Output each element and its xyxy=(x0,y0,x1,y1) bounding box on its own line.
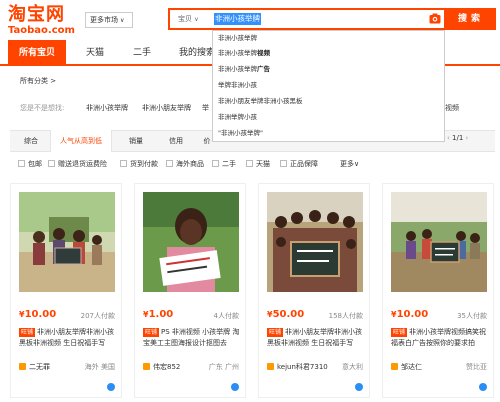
filter-overseas[interactable]: 海外商品 xyxy=(166,159,204,169)
suggestion-item[interactable]: 非洲小朋友举牌非洲小孩黑板 xyxy=(218,94,303,108)
tmall-badge: 旺铺 xyxy=(143,328,160,337)
info-icon[interactable] xyxy=(231,383,239,391)
product-title[interactable]: 旺铺 非洲小朋友举牌非洲小孩黑板非洲视频 生日祝福手写 xyxy=(267,327,365,360)
product-image[interactable] xyxy=(19,192,115,292)
shop-icon xyxy=(143,363,150,370)
search-input[interactable]: 非洲小孩举牌 xyxy=(214,13,261,25)
checkbox-icon xyxy=(18,160,25,167)
product-image[interactable] xyxy=(391,192,487,292)
product-image[interactable] xyxy=(267,192,363,292)
search-suggestions: 非洲小孩举牌 非洲小孩举牌视频 非洲小孩举牌广告 举牌非洲小孩 非洲小朋友举牌非… xyxy=(212,30,445,142)
shop-name[interactable]: 邹达仁 xyxy=(391,362,422,372)
product-card[interactable]: ¥10.00 35人付款 旺铺 非洲小孩举牌视频搞笑祝福表白广告按照你的要求拍 邹… xyxy=(382,183,494,398)
shop-name[interactable]: kejun科君7310 xyxy=(267,362,328,372)
more-markets-dropdown[interactable]: 更多市场 ∨ xyxy=(85,12,133,28)
location: 广东 广州 xyxy=(208,363,239,371)
location: 海外 美国 xyxy=(84,363,115,371)
filter-return-insurance[interactable]: 赠送退货运费险 xyxy=(48,159,107,169)
checkbox-icon xyxy=(120,160,127,167)
logo-title: 淘宝网 xyxy=(8,4,65,25)
shop-name[interactable]: 伟宏852 xyxy=(143,362,180,372)
tmall-badge: 旺铺 xyxy=(391,328,408,337)
more-markets-label: 更多市场 xyxy=(90,16,118,24)
search-query-text: 非洲小孩举牌 xyxy=(215,14,260,23)
chevron-down-icon: ∨ xyxy=(120,17,125,24)
taobao-logo[interactable]: 淘宝网 Taobao.com xyxy=(8,4,75,37)
info-icon[interactable] xyxy=(479,383,487,391)
tmall-badge: 旺铺 xyxy=(267,328,284,337)
sort-sales[interactable]: 销量 xyxy=(118,130,154,152)
filter-tmall[interactable]: 天猫 xyxy=(246,159,270,169)
checkbox-icon xyxy=(166,160,173,167)
shop-icon xyxy=(391,363,398,370)
price: 1.00 xyxy=(148,309,174,320)
filter-genuine[interactable]: 正品保障 xyxy=(280,159,318,169)
chevron-down-icon: ∨ xyxy=(194,16,199,23)
checkbox-icon xyxy=(48,160,55,167)
pager: ‹ 1/1 › xyxy=(447,134,468,142)
tab-second-hand[interactable]: 二手 xyxy=(113,40,171,66)
suggestion-item[interactable]: 非洲小孩举牌视频 xyxy=(218,46,270,60)
filter-second-hand[interactable]: 二手 xyxy=(212,159,236,169)
did-you-mean-label: 您是不是想找: xyxy=(20,104,65,112)
product-card[interactable]: ¥10.00 207人付款 旺铺 非洲小朋友举牌非洲小孩黑板非洲视频 生日祝福手写… xyxy=(10,183,122,398)
tab-all-items[interactable]: 所有宝贝 xyxy=(8,40,66,66)
filter-cod[interactable]: 货到付款 xyxy=(120,159,158,169)
filter-free-shipping[interactable]: 包邮 xyxy=(18,159,42,169)
search-scope-select[interactable]: 宝贝 ∨ xyxy=(170,10,212,28)
sort-credit[interactable]: 信用 xyxy=(158,130,194,152)
product-image[interactable] xyxy=(143,192,239,292)
search-button[interactable]: 搜索 xyxy=(446,8,496,30)
price: 10.00 xyxy=(396,309,429,320)
next-page-icon[interactable]: › xyxy=(466,134,469,142)
sales-count: 35人付款 xyxy=(457,312,487,320)
product-title[interactable]: 旺铺 非洲小朋友举牌非洲小孩黑板非洲视频 生日祝福手写 xyxy=(19,327,117,360)
all-categories-breadcrumb[interactable]: 所有分类 > xyxy=(20,76,56,86)
product-card[interactable]: ¥1.00 4人付款 旺铺 PS 非洲视频 小孩举牌 淘宝美工主图海报设计抠图去 … xyxy=(134,183,246,398)
suggestion-link[interactable]: 非洲小孩举牌 xyxy=(86,103,128,113)
page: 淘宝网 Taobao.com 更多市场 ∨ 宝贝 ∨ 非洲小孩举牌 搜索 所有宝贝… xyxy=(0,0,500,402)
suggestion-item[interactable]: 非洲小孩举牌广告 xyxy=(218,62,270,76)
camera-icon[interactable] xyxy=(429,13,441,24)
info-icon[interactable] xyxy=(107,383,115,391)
product-card[interactable]: ¥50.00 158人付款 旺铺 非洲小朋友举牌非洲小孩黑板非洲视频 生日祝福手写… xyxy=(258,183,370,398)
checkbox-icon xyxy=(246,160,253,167)
product-title[interactable]: 旺铺 PS 非洲视频 小孩举牌 淘宝美工主图海报设计抠图去 xyxy=(143,327,241,360)
logo-domain: Taobao.com xyxy=(8,25,75,36)
sales-count: 158人付款 xyxy=(328,312,363,320)
info-icon[interactable] xyxy=(355,383,363,391)
checkbox-icon xyxy=(212,160,219,167)
suggestion-link[interactable]: 举 xyxy=(202,103,209,113)
suggestion-link[interactable]: 非洲小朋友举牌 xyxy=(142,103,191,113)
checkbox-icon xyxy=(280,160,287,167)
product-title[interactable]: 旺铺 非洲小孩举牌视频搞笑祝福表白广告按照你的要求拍 xyxy=(391,327,489,360)
shop-icon xyxy=(267,363,274,370)
prev-page-icon[interactable]: ‹ xyxy=(447,134,450,142)
search-scope-label: 宝贝 xyxy=(178,15,192,23)
location: 赞比亚 xyxy=(466,363,487,371)
sort-popularity[interactable]: 人气从高到低 xyxy=(50,130,112,152)
location: 意大利 xyxy=(342,363,363,371)
suggestion-item[interactable]: 举牌非洲小孩 xyxy=(218,78,257,92)
shop-name[interactable]: 二无罪 xyxy=(19,362,50,372)
page-indicator: 1/1 xyxy=(452,134,464,142)
suggestion-item[interactable]: "非洲小孩举牌" xyxy=(218,126,263,140)
sales-count: 207人付款 xyxy=(80,312,115,320)
shop-icon xyxy=(19,363,26,370)
tmall-badge: 旺铺 xyxy=(19,328,36,337)
sort-default[interactable]: 综合 xyxy=(14,130,48,152)
suggestion-item[interactable]: 非洲小孩举牌 xyxy=(218,31,257,45)
more-filters-button[interactable]: 更多∨ xyxy=(340,159,359,169)
sales-count: 4人付款 xyxy=(213,312,239,320)
suggestion-link[interactable]: 视频 xyxy=(445,103,459,113)
price: 50.00 xyxy=(272,309,305,320)
suggestion-item[interactable]: 非洲举牌小孩 xyxy=(218,110,257,124)
price: 10.00 xyxy=(24,309,57,320)
